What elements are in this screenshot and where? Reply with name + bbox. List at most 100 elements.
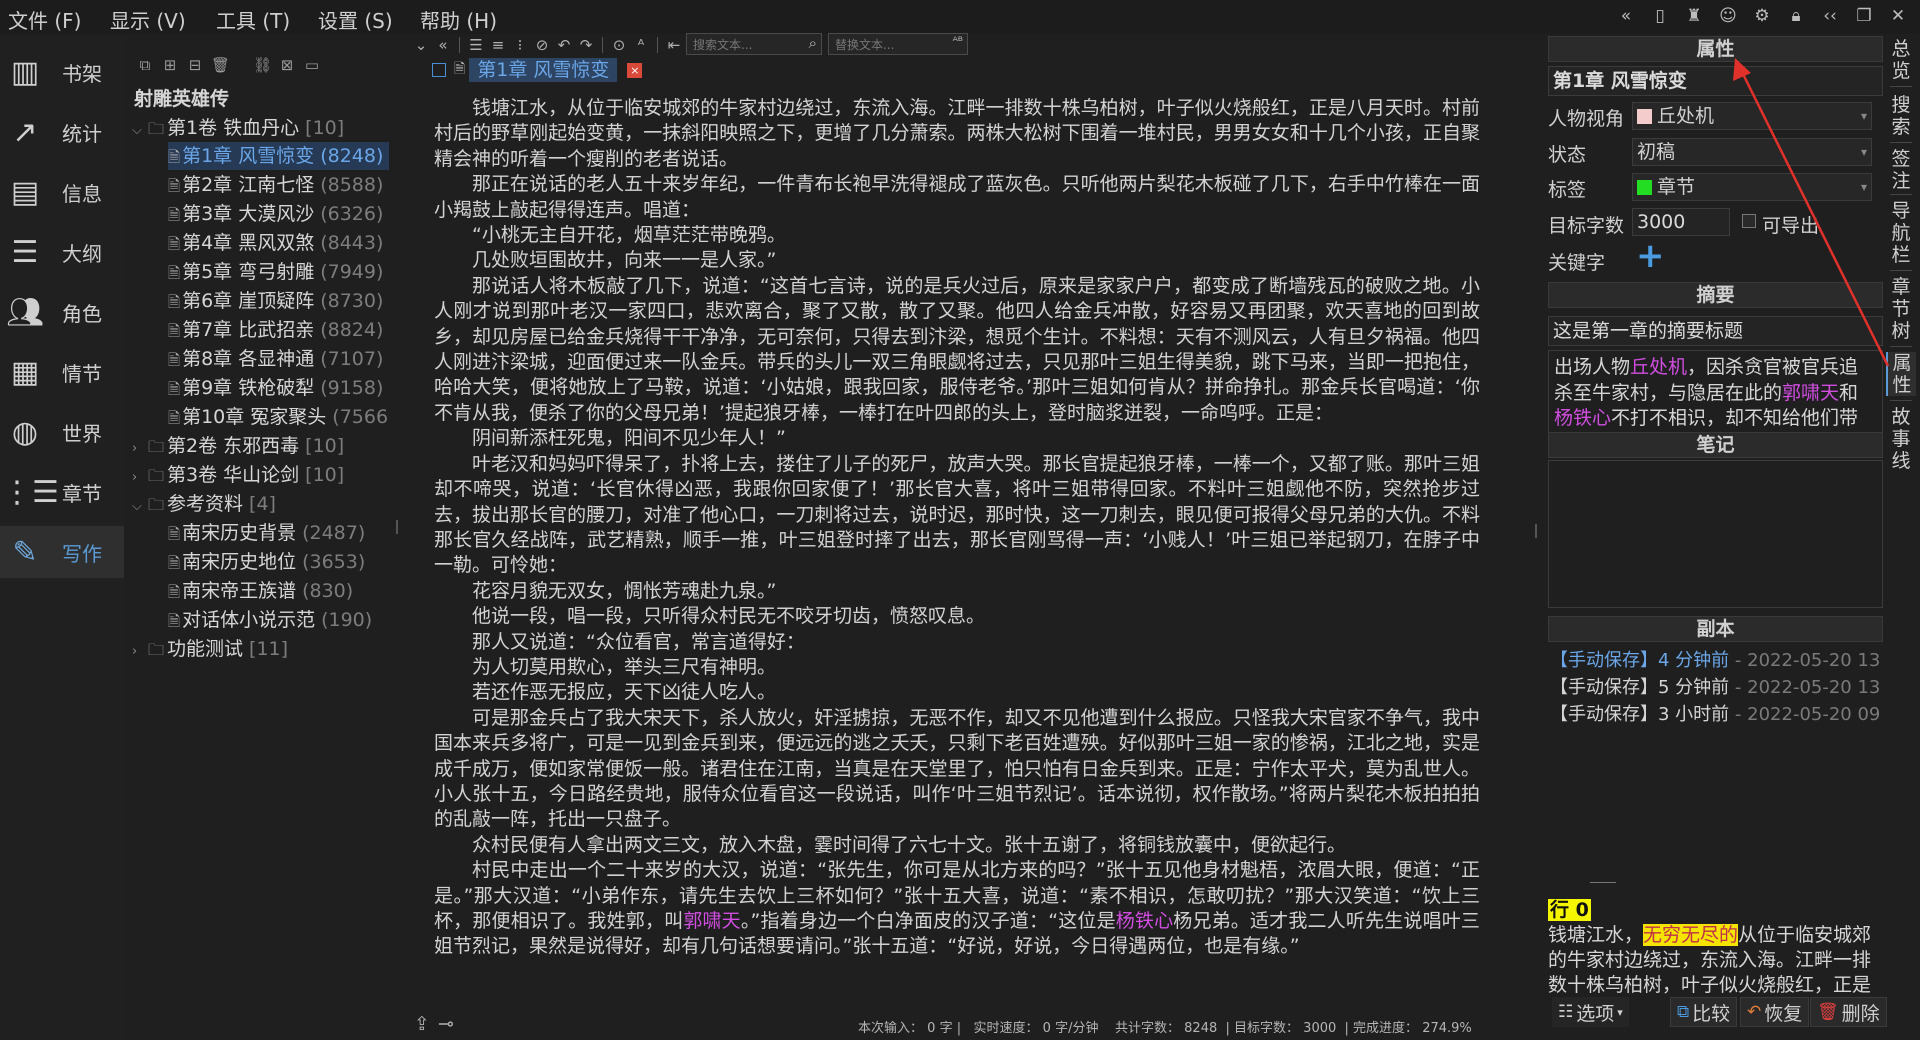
link-icon[interactable]: ⛓︎: [253, 56, 272, 74]
outdent-icon[interactable]: ≡: [489, 36, 507, 54]
tab-close-icon[interactable]: ×: [627, 62, 643, 78]
nav-info[interactable]: ▤ 信息: [0, 166, 124, 218]
editor-text-area[interactable]: 钱塘江水，从位于临安城郊的牛家村边绕过，东流入海。江畔一排数十株乌柏树，叶子似火…: [434, 96, 1480, 986]
vtab-properties[interactable]: 属性: [1886, 352, 1916, 396]
vtab-chapter-tree[interactable]: 章节树: [1886, 276, 1916, 342]
tree-chapter-1[interactable]: 🗎︎ 第1章 风雪惊变 (8248): [168, 142, 390, 170]
collapse-icon[interactable]: «: [434, 36, 452, 54]
comment-icon[interactable]: ▭: [303, 56, 321, 74]
restore-icon[interactable]: ❐: [1850, 2, 1878, 30]
chevron-right-icon[interactable]: ›: [132, 638, 148, 666]
chevron-down-icon[interactable]: ⌵: [132, 493, 148, 521]
menu-settings[interactable]: 设置 (S): [318, 5, 393, 34]
splitter-handle[interactable]: [1535, 524, 1537, 538]
tree-chapter-4[interactable]: 🗎︎ 第4章 黑风双煞 (8443): [168, 229, 383, 257]
notes-area[interactable]: [1548, 460, 1883, 608]
tree-chapter-2[interactable]: 🗎︎ 第2章 江南七怪 (8588): [168, 171, 383, 199]
trash-icon[interactable]: 🗑︎: [211, 56, 230, 74]
add-keyword-icon[interactable]: +: [1636, 239, 1665, 273]
phone-icon[interactable]: ▯: [1646, 2, 1674, 30]
nav-write[interactable]: ✎ 写作: [0, 526, 124, 578]
search-icon[interactable]: ⌕: [809, 34, 817, 52]
nav-characters[interactable]: 👥︎ 角色: [0, 286, 124, 338]
close-icon[interactable]: ✕: [1884, 2, 1912, 30]
tree-chapter-8[interactable]: 🗎︎ 第8章 各显神通 (7107): [168, 345, 383, 373]
tree-chapter-10[interactable]: 🗎︎ 第10章 冤家聚头 (7566: [168, 403, 404, 431]
restore-button[interactable]: ↶ 恢复: [1740, 996, 1810, 1028]
tree-volume-2[interactable]: › 🗀︎ 第2卷 东邪西毒 [10]: [132, 432, 344, 460]
vtab-search[interactable]: 搜索: [1886, 94, 1916, 138]
undo-icon[interactable]: ↶: [555, 36, 573, 54]
vtab-storyline[interactable]: 故事线: [1886, 406, 1916, 472]
tab-title[interactable]: 第1章 风雪惊变: [469, 58, 618, 82]
exportable-checkbox[interactable]: [1742, 214, 1756, 228]
chapter-tab[interactable]: 🗎︎ 第1章 风雪惊变 ×: [432, 58, 643, 82]
spellcheck-icon[interactable]: ᴬ: [632, 36, 650, 54]
tree-chapter-9[interactable]: 🗎︎ 第9章 铁枪破犁 (9158): [168, 374, 383, 402]
chevron-right-icon[interactable]: ›: [132, 435, 148, 463]
tree-feature-test[interactable]: › 🗀︎ 功能测试 [11]: [132, 635, 288, 663]
tree-references[interactable]: ⌵ 🗀︎ 参考资料 [4]: [132, 490, 276, 518]
copy-item[interactable]: 【手动保存】5 分钟前 - 2022-05-20 13: [1550, 673, 1884, 699]
menu-help[interactable]: 帮助 (H): [420, 5, 497, 34]
options-button[interactable]: ☷ 选项 ▾: [1552, 996, 1629, 1028]
splitter-handle[interactable]: [396, 520, 398, 534]
menu-view[interactable]: 显示 (V): [110, 5, 186, 34]
summary-title-field[interactable]: 这是第一章的摘要标题: [1548, 316, 1883, 346]
gear-icon[interactable]: ⚙: [1748, 2, 1776, 30]
double-chevron-left-icon[interactable]: ‹‹: [1816, 2, 1844, 30]
delete-button[interactable]: 🗑︎ 删除: [1810, 996, 1887, 1028]
new-file-icon[interactable]: ⧉: [136, 56, 154, 74]
chevron-right-icon[interactable]: ›: [132, 464, 148, 492]
new-folder-icon[interactable]: ⊞: [161, 56, 179, 74]
find-input[interactable]: 搜索文本... ⌕: [686, 33, 822, 55]
tree-chapter-5[interactable]: 🗎︎ 第5章 弯弓射雕 (7949): [168, 258, 383, 286]
tag-select[interactable]: 章节 ▾: [1632, 173, 1872, 201]
tree-chapter-7[interactable]: 🗎︎ 第7章 比武招亲 (8824): [168, 316, 383, 344]
vtab-overview[interactable]: 总览: [1886, 38, 1916, 82]
tree-volume-1[interactable]: ⌵ 🗀︎ 第1卷 铁血丹心 [10]: [132, 114, 344, 142]
menu-file[interactable]: 文件 (F): [8, 5, 81, 34]
tab-checkbox[interactable]: [432, 63, 446, 77]
nav-bookshelf[interactable]: ▥ 书架: [0, 46, 124, 98]
nav-plot[interactable]: ▦ 情节: [0, 346, 124, 398]
chevron-down-icon[interactable]: ⌵: [132, 117, 148, 145]
clear-format-icon[interactable]: ⊘: [533, 36, 551, 54]
shirt-icon[interactable]: ♜: [1680, 2, 1708, 30]
target-words-input[interactable]: 3000: [1632, 208, 1730, 236]
tree-ref-1[interactable]: 🗎︎ 南宋历史背景 (2487): [168, 519, 365, 547]
tree-ref-4[interactable]: 🗎︎ 对话体小说示范 (190): [168, 606, 372, 634]
pov-select[interactable]: 丘处机 ▾: [1632, 102, 1872, 130]
chapter-title-field[interactable]: 第1章 风雪惊变: [1548, 66, 1883, 96]
copy-icon[interactable]: ⊟: [186, 56, 204, 74]
export-icon[interactable]: ⇪: [414, 1013, 430, 1035]
zoom-slider-icon[interactable]: ⊸: [438, 1013, 454, 1035]
state-select[interactable]: 初稿 ▾: [1632, 138, 1872, 166]
nav-world[interactable]: ◍ 世界: [0, 406, 124, 458]
split-icon[interactable]: ⊠: [278, 56, 296, 74]
copy-item[interactable]: 【手动保存】4 分钟前 - 2022-05-20 13: [1550, 646, 1884, 672]
tree-ref-2[interactable]: 🗎︎ 南宋历史地位 (3653): [168, 548, 365, 576]
tree-volume-3[interactable]: › 🗀︎ 第3卷 华山论剑 [10]: [132, 461, 344, 489]
replace-input[interactable]: 替换文本... ᴬᴮ: [828, 33, 968, 55]
user-icon[interactable]: ☺: [1714, 2, 1742, 30]
tree-chapter-3[interactable]: 🗎︎ 第3章 大漠风沙 (6326): [168, 200, 383, 228]
indent-icon[interactable]: ☰: [467, 36, 485, 54]
replace-icon[interactable]: ᴬᴮ: [953, 34, 963, 48]
chevron-down-icon[interactable]: ⌄: [412, 36, 430, 54]
hide-icon[interactable]: ⊙: [610, 36, 628, 54]
nav-stats[interactable]: ↗ 统计: [0, 106, 124, 158]
nav-chapters[interactable]: ⋮☰ 章节: [0, 466, 124, 518]
arrow-left-icon[interactable]: ⇤: [665, 36, 683, 54]
compare-button[interactable]: ⧉ 比较: [1670, 996, 1738, 1028]
vtab-annotations[interactable]: 签注: [1886, 148, 1916, 192]
copy-item[interactable]: 【手动保存】3 小时前 - 2022-05-20 09: [1550, 700, 1884, 726]
lock-icon[interactable]: 🔒︎: [1782, 2, 1810, 30]
collapse-left-icon[interactable]: «: [1612, 2, 1640, 30]
menu-tools[interactable]: 工具 (T): [216, 5, 290, 34]
tree-chapter-6[interactable]: 🗎︎ 第6章 崖顶疑阵 (8730): [168, 287, 383, 315]
tree-ref-3[interactable]: 🗎︎ 南宋帝王族谱 (830): [168, 577, 353, 605]
nav-outline[interactable]: ☰ 大纲: [0, 226, 124, 278]
vtab-navigation[interactable]: 导航栏: [1886, 200, 1916, 266]
list-icon[interactable]: ⁝: [511, 36, 529, 54]
